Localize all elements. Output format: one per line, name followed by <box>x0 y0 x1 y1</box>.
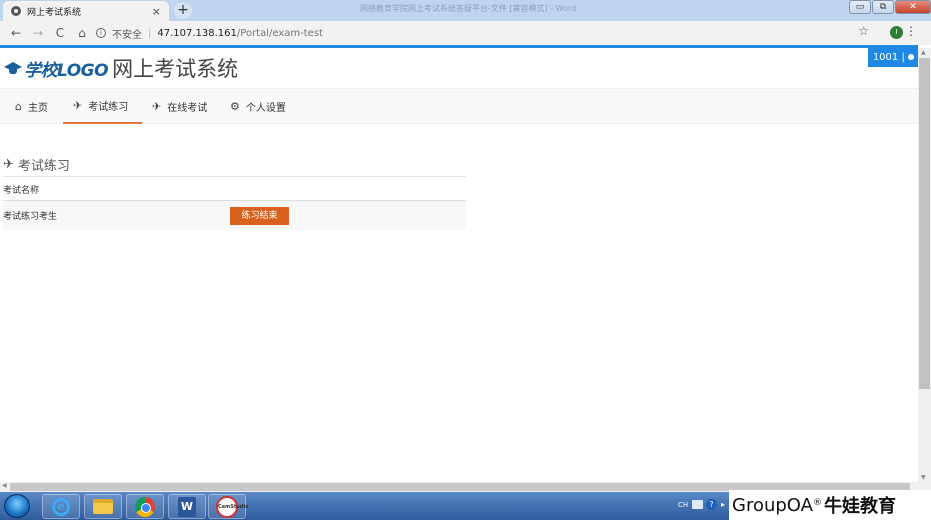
close-window-button[interactable]: ✕ <box>895 0 931 14</box>
window-title: 网络教育学院网上考试系统答疑平台-文件 [兼容模式] - Word <box>360 4 577 13</box>
restore-button[interactable]: ⧉ <box>872 0 894 14</box>
watermark-cn: 牛娃教育 <box>823 496 896 517</box>
security-label: 不安全 <box>112 29 142 41</box>
section-title: ✈ 考试练习 <box>3 153 466 177</box>
registered-mark: ® <box>812 498 822 508</box>
internet-explorer-icon: e <box>52 497 70 516</box>
globe-icon <box>11 6 21 16</box>
table-row: 考试练习考生 练习结束 <box>3 201 466 230</box>
paper-plane-icon: ✈ <box>3 157 14 172</box>
section-title-text: 考试练习 <box>17 159 70 174</box>
taskbar-chrome-button[interactable] <box>126 494 164 519</box>
window-controls: ▭ ⧉ ✕ <box>848 0 931 14</box>
user-badge[interactable]: 1001 | <box>868 48 918 67</box>
nav-item-exam-practice[interactable]: ✈ 考试练习 <box>63 89 142 124</box>
site-title: 网上考试系统 <box>112 57 239 81</box>
keyboard-icon[interactable] <box>692 500 703 509</box>
paper-plane-icon: ✈ <box>152 100 162 113</box>
home-icon: ⌂ <box>15 100 22 113</box>
watermark-brand: GroupOA <box>732 494 813 516</box>
taskbar-explorer-button[interactable] <box>84 494 122 519</box>
header-accent-line <box>0 45 918 48</box>
nav-item-online-exam[interactable]: ✈ 在线考试 <box>142 89 217 124</box>
folder-icon <box>93 499 113 514</box>
column-header-exam-name: 考试名称 <box>3 185 40 196</box>
nav-label: 个人设置 <box>245 103 286 114</box>
start-button[interactable] <box>4 494 30 518</box>
info-icon[interactable]: i <box>96 28 106 38</box>
back-icon[interactable]: ← <box>8 26 24 40</box>
vertical-scroll-thumb[interactable] <box>919 58 930 389</box>
new-tab-button[interactable]: + <box>174 2 192 19</box>
bookmark-star-icon[interactable]: ☆ <box>858 24 869 38</box>
taskbar-ie-button[interactable]: e <box>42 494 80 519</box>
chrome-icon <box>135 496 155 517</box>
home-icon[interactable]: ⌂ <box>74 26 90 40</box>
nav-item-home[interactable]: ⌂ 主页 <box>5 89 58 124</box>
finish-practice-button[interactable]: 练习结束 <box>230 207 289 225</box>
tab-close-icon[interactable]: × <box>152 5 161 18</box>
browser-tab[interactable]: 网上考试系统 × <box>3 1 169 21</box>
url-input[interactable]: i 不安全 | 47.107.138.161 /Portal/exam-test <box>96 24 876 42</box>
screen-recorder-icon: CamStudio <box>216 495 249 518</box>
help-icon[interactable]: ? <box>706 499 717 510</box>
exam-name-cell: 考试练习考生 <box>3 212 58 222</box>
url-host: 47.107.138.161 <box>157 27 237 39</box>
exam-table: 考试名称 考试练习考生 练习结束 <box>3 178 466 230</box>
url-path: /Portal/exam-test <box>236 27 323 39</box>
tab-title: 网上考试系统 <box>27 7 82 18</box>
site-logo[interactable]: 学校LOGO 网上考试系统 <box>4 53 238 83</box>
nav-label: 考试练习 <box>88 102 129 113</box>
tray-expand-icon[interactable]: ▸ <box>721 500 725 509</box>
logo-text: 学校LOGO <box>24 60 109 81</box>
profile-avatar-icon[interactable]: I <box>890 26 903 39</box>
reload-icon[interactable]: C <box>52 26 68 40</box>
vertical-scrollbar[interactable]: ▲ ▼ <box>918 48 931 482</box>
nav-label: 主页 <box>27 103 48 114</box>
logout-icon[interactable] <box>908 54 914 60</box>
scroll-down-icon[interactable]: ▼ <box>921 474 926 481</box>
nav-item-personal-settings[interactable]: ⚙ 个人设置 <box>220 89 296 124</box>
url-separator: | <box>148 27 152 39</box>
minimize-button[interactable]: ▭ <box>849 0 871 14</box>
browser-menu-icon[interactable]: ⋮ <box>905 24 917 38</box>
user-id: 1001 | <box>872 52 905 63</box>
cogs-icon: ⚙ <box>230 100 240 113</box>
scroll-up-icon[interactable]: ▲ <box>921 49 926 56</box>
browser-tab-strip: 网上考试系统 × + 网络教育学院网上考试系统答疑平台-文件 [兼容模式] - … <box>0 0 931 21</box>
taskbar-word-button[interactable]: W <box>168 494 206 519</box>
forward-icon[interactable]: → <box>30 26 46 40</box>
taskbar-recorder-button[interactable]: CamStudio <box>208 494 249 519</box>
table-header: 考试名称 <box>3 178 466 201</box>
paper-plane-icon: ✈ <box>73 99 83 112</box>
watermark: GroupOA ® 牛娃教育 <box>729 490 931 520</box>
word-icon: W <box>178 496 196 517</box>
graduation-cap-icon <box>4 62 22 74</box>
nav-label: 在线考试 <box>167 103 208 114</box>
main-nav: ⌂ 主页 ✈ 考试练习 ✈ 在线考试 ⚙ 个人设置 <box>0 88 918 124</box>
address-bar: ← → C ⌂ i 不安全 | 47.107.138.161 /Portal/e… <box>0 21 931 45</box>
input-language-indicator[interactable]: CH <box>678 501 688 509</box>
scroll-left-icon[interactable]: ◀ <box>2 482 7 489</box>
